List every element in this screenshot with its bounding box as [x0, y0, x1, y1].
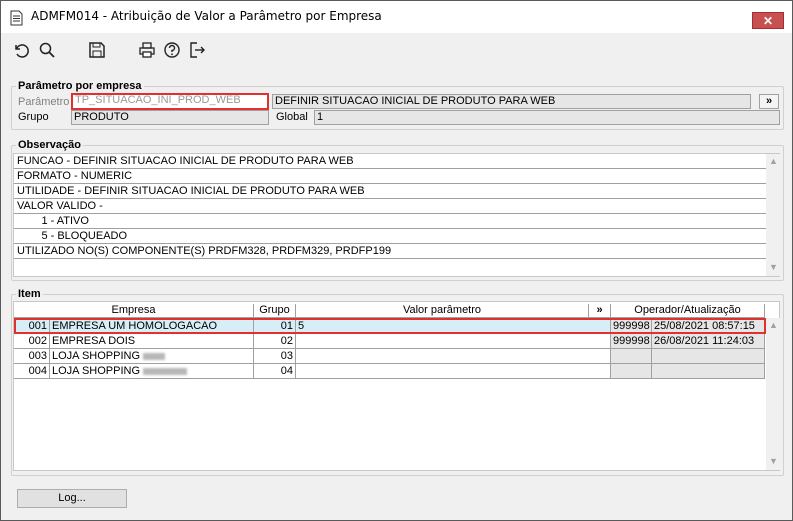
help-icon[interactable]: [163, 41, 181, 59]
print-icon[interactable]: [138, 41, 156, 59]
redacted-text: [143, 367, 188, 375]
column-header-empresa[interactable]: Empresa: [14, 304, 254, 318]
grupo-label: Grupo: [18, 111, 49, 123]
exit-icon[interactable]: [188, 41, 206, 59]
close-icon: ✕: [762, 13, 774, 28]
table-row-operador: 999998: [611, 319, 652, 334]
search-icon[interactable]: [38, 41, 56, 59]
title-bar: ADMFM014 - Atribuição de Valor a Parâmet…: [1, 1, 792, 33]
window-title: ADMFM014 - Atribuição de Valor a Parâmet…: [31, 9, 382, 23]
table-row-grupo[interactable]: 03: [254, 349, 296, 364]
close-button[interactable]: ✕: [752, 12, 784, 29]
column-header-grupo[interactable]: Grupo: [254, 304, 296, 318]
column-header-operador[interactable]: Operador/Atualização: [611, 304, 765, 318]
observacao-line: FUNCAO - DEFINIR SITUACAO INICIAL DE PRO…: [14, 154, 766, 169]
table-row-data: 26/08/2021 11:24:03: [652, 334, 765, 349]
item-legend: Item: [18, 288, 41, 300]
table-row-valor-input[interactable]: 5: [296, 319, 611, 334]
parametro-input[interactable]: TP_SITUACAO_INI_PROD_WEB: [71, 93, 269, 110]
toolbar: [1, 33, 792, 67]
table-row-empresa[interactable]: LOJA SHOPPING: [50, 349, 254, 364]
table-row-grupo[interactable]: 02: [254, 334, 296, 349]
item-scrollbar[interactable]: ▲ ▼: [766, 318, 780, 470]
table-row-operador: [611, 364, 652, 379]
table-row-code[interactable]: 004: [14, 364, 50, 379]
app-window: ADMFM014 - Atribuição de Valor a Parâmet…: [0, 0, 793, 521]
log-button[interactable]: Log...: [17, 489, 127, 508]
global-label: Global: [276, 111, 308, 123]
table-row-valor-input[interactable]: [296, 349, 611, 364]
table-row-code[interactable]: 001: [14, 319, 50, 334]
parametro-lookup-button[interactable]: »: [759, 94, 779, 109]
table-row-operador: [611, 349, 652, 364]
observacao-line: UTILIZADO NO(S) COMPONENTE(S) PRDFM328, …: [14, 244, 766, 259]
observacao-line: 5 - BLOQUEADO: [14, 229, 766, 244]
observacao-legend: Observação: [18, 139, 81, 151]
table-row-code[interactable]: 002: [14, 334, 50, 349]
redacted-text: [143, 352, 166, 360]
table-row-code[interactable]: 003: [14, 349, 50, 364]
observacao-line: VALOR VALIDO -: [14, 199, 766, 214]
empresa-name: LOJA SHOPPING: [52, 350, 141, 362]
table-row-valor-input[interactable]: [296, 364, 611, 379]
observacao-line: 1 - ATIVO: [14, 214, 766, 229]
observacao-line: UTILIDADE - DEFINIR SITUACAO INICIAL DE …: [14, 184, 766, 199]
document-icon: [10, 10, 23, 26]
parametro-legend: Parâmetro por empresa: [18, 80, 142, 92]
parametro-label: Parâmetro: [18, 96, 70, 108]
table-row-empresa[interactable]: LOJA SHOPPING: [50, 364, 254, 379]
global-field: 1: [314, 110, 780, 125]
scroll-down-icon[interactable]: ▼: [769, 456, 778, 466]
table-row-empresa[interactable]: EMPRESA DOIS: [50, 334, 254, 349]
column-header-valor[interactable]: Valor parâmetro: [296, 304, 589, 318]
undo-icon[interactable]: [12, 41, 30, 59]
table-row-data: 25/08/2021 08:57:15: [652, 319, 765, 334]
observacao-scrollbar[interactable]: ▲ ▼: [766, 154, 780, 276]
save-icon[interactable]: [88, 41, 106, 59]
observacao-line: FORMATO - NUMERIC: [14, 169, 766, 184]
parametro-description-field: DEFINIR SITUACAO INICIAL DE PRODUTO PARA…: [272, 94, 751, 109]
table-row-valor-input[interactable]: [296, 334, 611, 349]
scroll-up-icon[interactable]: ▲: [769, 156, 778, 166]
table-row-data: [652, 364, 765, 379]
empresa-name: LOJA SHOPPING: [52, 365, 141, 377]
observacao-textarea[interactable]: FUNCAO - DEFINIR SITUACAO INICIAL DE PRO…: [13, 153, 780, 277]
table-row-grupo[interactable]: 01: [254, 319, 296, 334]
scroll-down-icon[interactable]: ▼: [769, 262, 778, 272]
column-expand-button[interactable]: »: [589, 304, 611, 318]
table-row-data: [652, 349, 765, 364]
table-row-grupo[interactable]: 04: [254, 364, 296, 379]
table-row-operador: 999998: [611, 334, 652, 349]
table-row-empresa[interactable]: EMPRESA UM HOMOLOGACAO: [50, 319, 254, 334]
scroll-up-icon[interactable]: ▲: [769, 320, 778, 330]
grupo-field: PRODUTO: [71, 110, 269, 125]
